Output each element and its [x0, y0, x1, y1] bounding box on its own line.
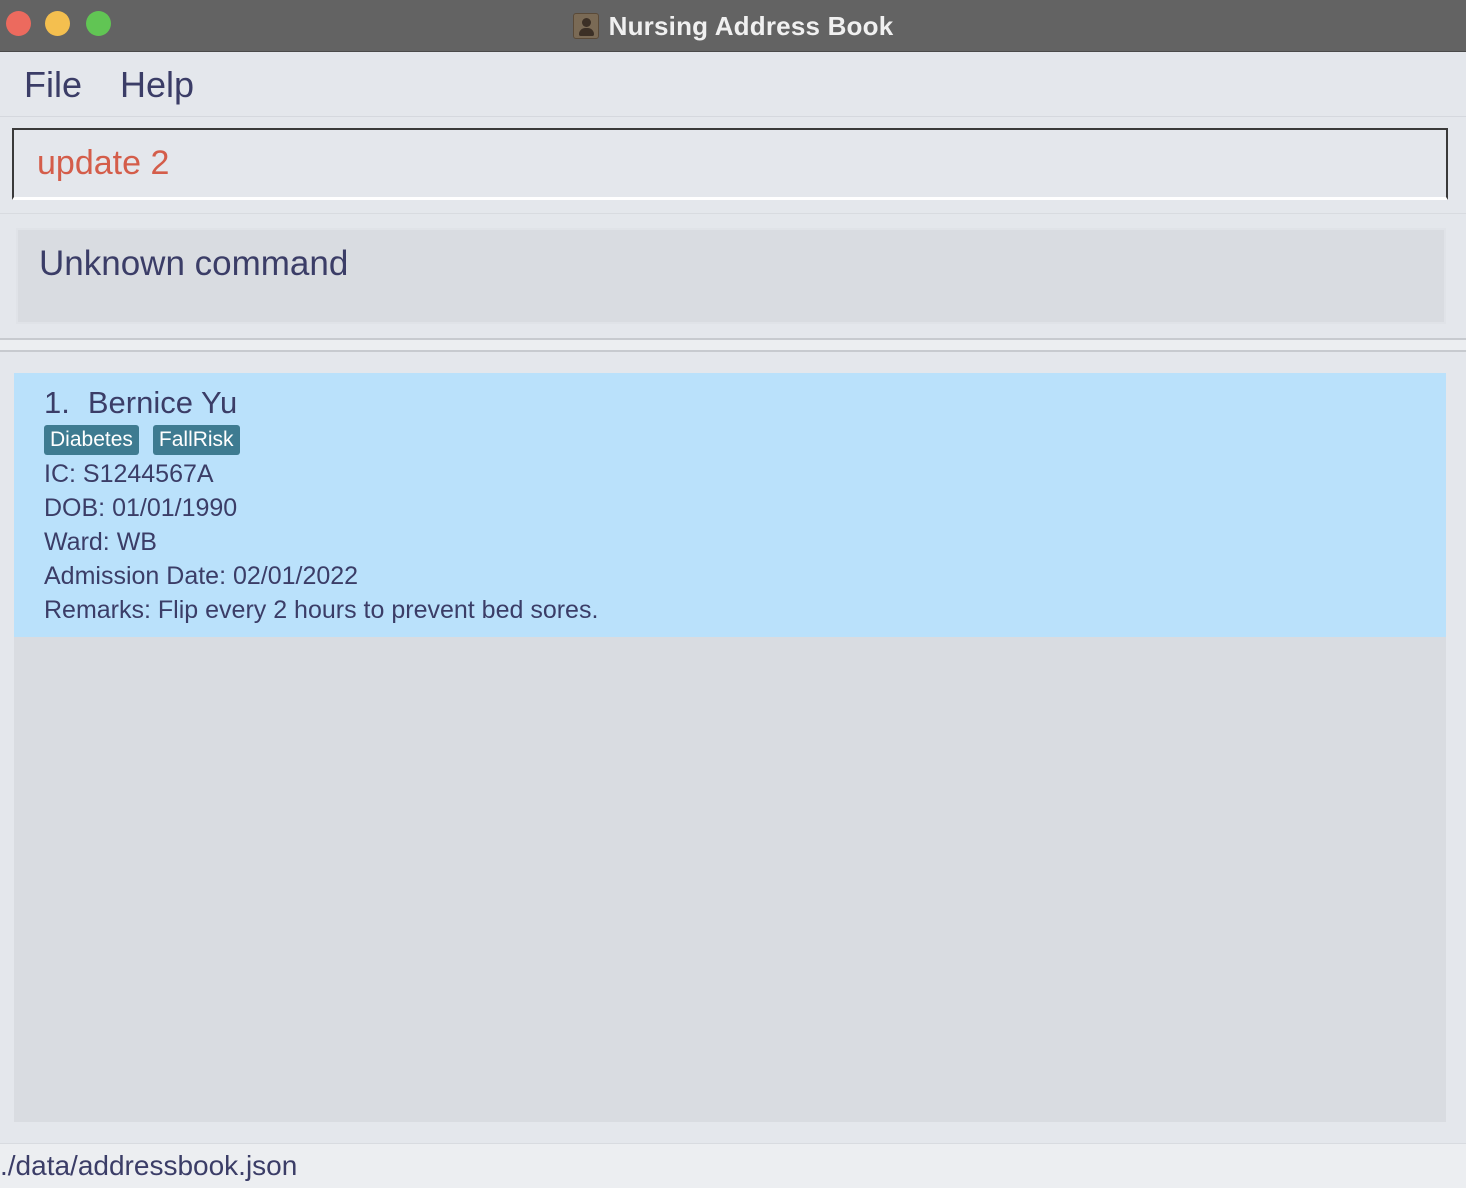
menu-bar: File Help	[0, 53, 1466, 117]
patient-ward: Ward: WB	[44, 528, 157, 556]
patient-list-panel[interactable]: 1. Bernice Yu Diabetes FallRisk IC: S124…	[14, 373, 1446, 1122]
divider	[0, 213, 1466, 214]
patient-admission-date: Admission Date: 02/01/2022	[44, 562, 359, 590]
save-location: ./data/addressbook.json	[0, 1150, 298, 1181]
menu-help[interactable]: Help	[120, 64, 194, 106]
app-window: Nursing Address Book File Help Unknown c…	[0, 0, 1466, 1188]
result-message: Unknown command	[39, 244, 349, 283]
title-bar: Nursing Address Book	[0, 0, 1466, 52]
command-box	[12, 128, 1448, 200]
address-book-icon	[572, 13, 599, 39]
patient-name: Bernice Yu	[87, 385, 238, 420]
patient-card-header: 1. Bernice Yu	[44, 385, 1446, 421]
tag-diabetes: Diabetes	[44, 425, 139, 455]
status-bar: ./data/addressbook.json	[0, 1143, 1466, 1188]
result-display: Unknown command	[16, 228, 1446, 324]
patient-remarks: Remarks: Flip every 2 hours to prevent b…	[44, 596, 599, 624]
window-title: Nursing Address Book	[608, 10, 894, 41]
patient-ic: IC: S1244567A	[44, 460, 214, 488]
command-input[interactable]	[37, 144, 1446, 183]
title-group: Nursing Address Book	[0, 0, 1466, 52]
patient-dob: DOB: 01/01/1990	[44, 494, 238, 522]
split-pane-divider[interactable]	[0, 338, 1466, 352]
patient-index: 1.	[44, 385, 70, 420]
patient-card[interactable]: 1. Bernice Yu Diabetes FallRisk IC: S124…	[14, 373, 1446, 637]
menu-file[interactable]: File	[24, 64, 82, 106]
patient-tags: Diabetes FallRisk	[44, 425, 1446, 455]
tag-fallrisk: FallRisk	[152, 425, 240, 455]
